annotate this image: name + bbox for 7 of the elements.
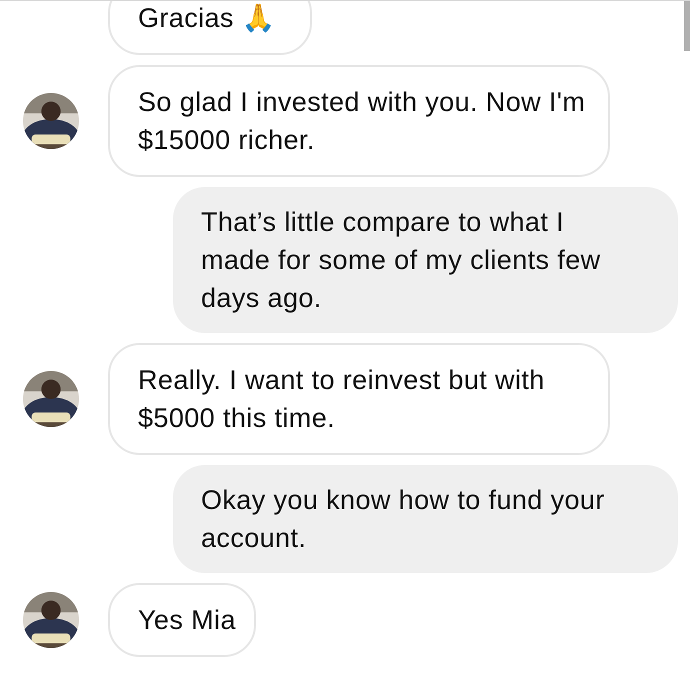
message-bubble: That’s little compare to what I made for some of my clients few days ago. xyxy=(173,187,678,333)
scrollbar[interactable] xyxy=(684,1,690,51)
message-bubble: Yes Mia xyxy=(108,583,256,657)
message-bubble: Really. I want to reinvest but with $5000 this time. xyxy=(108,343,610,455)
message-bubble: So glad I invested with you. Now I'm $15000 richer. xyxy=(108,65,610,177)
message-bubble: Gracias 🙏 xyxy=(108,1,312,55)
message-bubble: Okay you know how to fund your account. xyxy=(173,465,678,573)
